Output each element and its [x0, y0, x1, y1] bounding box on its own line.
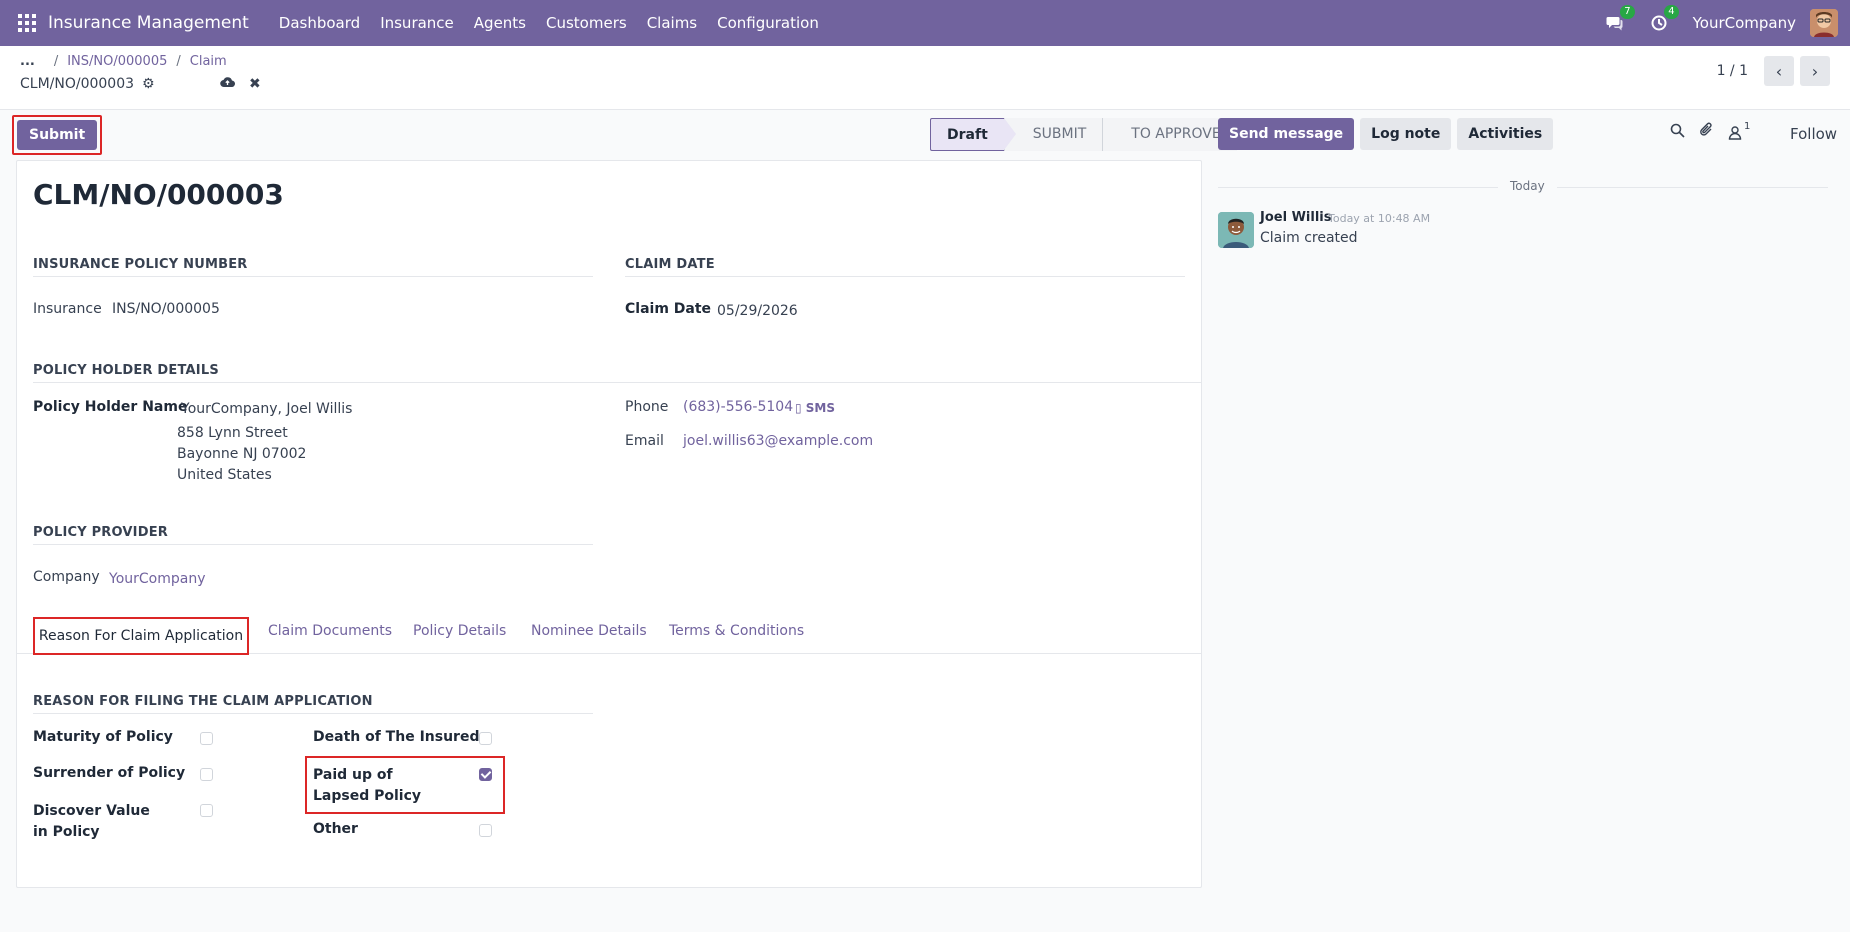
section-reason: REASON FOR FILING THE CLAIM APPLICATION: [33, 694, 593, 714]
stage-submit[interactable]: SUBMIT: [1003, 118, 1103, 151]
search-icon[interactable]: [1670, 123, 1685, 142]
other-label: Other: [313, 821, 358, 837]
section-policy-number: INSURANCE POLICY NUMBER: [33, 257, 593, 277]
sms-button[interactable]: ▯ SMS: [795, 401, 835, 415]
gear-icon[interactable]: ⚙: [142, 76, 155, 92]
activities-button[interactable]: Activities: [1457, 118, 1554, 150]
messages-icon[interactable]: 7: [1605, 5, 1635, 33]
menu-claims[interactable]: Claims: [647, 14, 697, 32]
message-body: Claim created: [1260, 230, 1358, 246]
address-line-3: United States: [177, 467, 272, 483]
status-stages: Draft SUBMIT TO APPROVE: [930, 118, 1237, 151]
follow-button[interactable]: Follow: [1790, 125, 1837, 143]
company-label: Company: [33, 569, 100, 585]
chatter-toolbar: Send message Log note Activities: [1218, 118, 1554, 150]
app-brand[interactable]: Insurance Management: [48, 13, 249, 33]
author-avatar[interactable]: [1218, 212, 1254, 248]
menu-customers[interactable]: Customers: [546, 14, 627, 32]
death-label: Death of The Insured: [313, 729, 480, 745]
claim-date-label: Claim Date: [625, 301, 712, 317]
pager-previous-icon[interactable]: ‹: [1764, 56, 1794, 86]
address-line-1: 858 Lynn Street: [177, 425, 288, 441]
section-provider: POLICY PROVIDER: [33, 525, 593, 545]
company-switcher[interactable]: YourCompany: [1693, 14, 1796, 32]
discover-value-label: Discover Value in Policy: [33, 803, 150, 840]
paid-up-checkbox[interactable]: [479, 768, 492, 781]
email-label: Email: [625, 433, 664, 449]
menu-dashboard[interactable]: Dashboard: [279, 14, 360, 32]
message-time: Today at 10:48 AM: [1328, 212, 1431, 225]
section-claim-date: CLAIM DATE: [625, 257, 1185, 277]
activities-clock-icon[interactable]: 4: [1649, 5, 1679, 33]
stage-to-approve[interactable]: TO APPROVE: [1102, 118, 1237, 151]
tab-policy-details[interactable]: Policy Details: [413, 623, 506, 639]
tab-reason-for-claim[interactable]: Reason For Claim Application: [33, 617, 249, 655]
breadcrumb-claim[interactable]: Claim: [190, 54, 227, 69]
surrender-checkbox[interactable]: [200, 768, 213, 781]
maturity-checkbox[interactable]: [200, 732, 213, 745]
menu-configuration[interactable]: Configuration: [717, 14, 819, 32]
email-link[interactable]: joel.willis63@example.com: [683, 433, 873, 449]
holder-label: Policy Holder Name: [33, 399, 188, 415]
surrender-label: Surrender of Policy: [33, 765, 186, 781]
address-line-2: Bayonne NJ 07002: [177, 446, 307, 462]
pager-value[interactable]: 1 / 1: [1717, 63, 1748, 79]
followers-count: 1: [1744, 120, 1751, 132]
paid-up-label: Paid up of Lapsed Policy: [313, 767, 422, 804]
apps-menu-icon[interactable]: [18, 14, 36, 32]
date-separator: Today: [1498, 179, 1557, 193]
claim-date-field[interactable]: 05/29/2026: [717, 303, 798, 319]
pager-next-icon[interactable]: ›: [1800, 56, 1830, 86]
top-navbar: Insurance Management Dashboard Insurance…: [0, 0, 1850, 46]
breadcrumb-insurance[interactable]: INS/NO/000005: [67, 54, 167, 69]
user-avatar[interactable]: [1810, 9, 1838, 37]
stage-draft[interactable]: Draft: [930, 118, 1016, 151]
section-holder: POLICY HOLDER DETAILS: [33, 363, 1201, 383]
pager: 1 / 1 ‹ ›: [1717, 56, 1830, 86]
followers-icon[interactable]: 1: [1728, 121, 1750, 140]
message-author[interactable]: Joel Willis: [1260, 210, 1331, 225]
record-title: CLM/NO/000003: [33, 178, 284, 211]
tab-terms-conditions[interactable]: Terms & Conditions: [669, 623, 804, 639]
other-checkbox[interactable]: [479, 824, 492, 837]
form-sheet: CLM/NO/000003 INSURANCE POLICY NUMBER CL…: [16, 160, 1202, 888]
save-cloud-icon[interactable]: [220, 76, 236, 92]
breadcrumb: ... / INS/NO/000005 / Claim: [20, 54, 227, 69]
attachment-icon[interactable]: [1699, 122, 1714, 142]
log-note-button[interactable]: Log note: [1360, 118, 1452, 150]
control-panel: ... / INS/NO/000005 / Claim CLM/NO/00000…: [0, 46, 1850, 110]
maturity-label: Maturity of Policy: [33, 729, 173, 745]
phone-link[interactable]: (683)-556-5104: [683, 399, 793, 415]
send-message-button[interactable]: Send message: [1218, 118, 1355, 150]
phone-label: Phone: [625, 399, 669, 415]
record-name: CLM/NO/000003 ⚙: [20, 76, 155, 92]
death-checkbox[interactable]: [479, 732, 492, 745]
tab-nominee-details[interactable]: Nominee Details: [531, 623, 647, 639]
messages-badge: 7: [1620, 5, 1635, 19]
company-link[interactable]: YourCompany: [109, 571, 206, 587]
discover-value-checkbox[interactable]: [200, 804, 213, 817]
breadcrumb-more[interactable]: ...: [20, 54, 35, 69]
menu-insurance[interactable]: Insurance: [380, 14, 454, 32]
insurance-field[interactable]: INS/NO/000005: [112, 301, 220, 317]
insurance-label: Insurance: [33, 301, 102, 317]
activities-badge: 4: [1664, 5, 1679, 19]
tab-claim-documents[interactable]: Claim Documents: [268, 623, 392, 639]
menu-agents[interactable]: Agents: [474, 14, 526, 32]
submit-button[interactable]: Submit: [17, 120, 98, 150]
submit-highlight: Submit: [12, 115, 103, 155]
discard-icon[interactable]: ✖: [249, 76, 261, 92]
holder-name-field[interactable]: YourCompany, Joel Willis: [181, 401, 352, 417]
